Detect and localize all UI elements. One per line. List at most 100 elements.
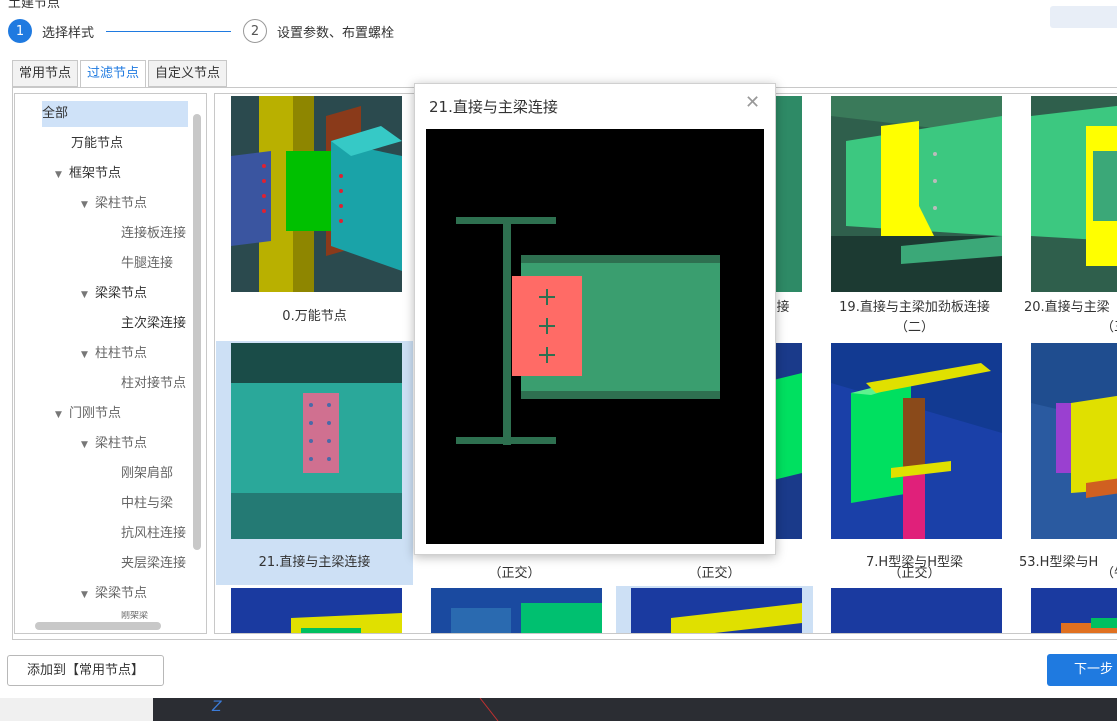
tree-item-column-splice[interactable]: 柱对接节点 bbox=[121, 371, 191, 397]
tree-item-label: 梁柱节点 bbox=[95, 436, 148, 451]
tree-item-portal-beam-column[interactable]: ▼ 梁柱节点 bbox=[81, 431, 191, 457]
step-2-label: 设置参数、布置螺栓 bbox=[277, 25, 395, 41]
tree-item-label: 刚架肩部 bbox=[121, 466, 174, 481]
node-caption-line2: （二） bbox=[894, 320, 934, 335]
node-tabs: 常用节点 过滤节点 自定义节点 bbox=[12, 60, 229, 88]
tree-item-universal[interactable]: 万能节点 bbox=[71, 131, 191, 157]
tree-item-portal-beam-beam[interactable]: ▼ 梁梁节点 bbox=[81, 581, 191, 607]
caret-down-icon[interactable]: ▼ bbox=[55, 162, 69, 187]
dialog-title: 土建节点 bbox=[8, 0, 61, 11]
axis-glyph: Z bbox=[212, 699, 222, 715]
tree-item-beam-beam[interactable]: ▼ 梁梁节点 bbox=[81, 281, 191, 307]
tree-item-label: 牛腿连接 bbox=[121, 256, 174, 271]
tree-item-label: 梁梁节点 bbox=[95, 286, 148, 301]
node-thumbnail bbox=[831, 343, 1002, 539]
tab-common-nodes[interactable]: 常用节点 bbox=[12, 60, 79, 87]
category-tree: ▼全部 万能节点 ▼框架节点 ▼梁柱节点 连接板连接 牛腿连接 ▼梁梁节点 主次… bbox=[14, 93, 207, 634]
tree-item-label: 中柱与梁 bbox=[121, 496, 174, 511]
node-thumbnail bbox=[1031, 96, 1117, 292]
step-2-circle: 2 bbox=[243, 19, 268, 43]
caret-down-icon[interactable]: ▼ bbox=[81, 342, 95, 367]
axis-line bbox=[479, 698, 499, 721]
tree-horizontal-scrollbar[interactable] bbox=[35, 622, 161, 630]
node-thumbnail bbox=[231, 588, 402, 633]
tree-item-corbel[interactable]: 牛腿连接 bbox=[121, 251, 191, 277]
tree-item-label: 柱柱节点 bbox=[95, 346, 148, 361]
tree-item-label: 刚架梁 bbox=[121, 611, 149, 621]
caret-down-icon[interactable]: ▼ bbox=[81, 432, 95, 457]
node-tile-r3-4[interactable] bbox=[1016, 586, 1117, 633]
tree-item-portal-frame[interactable]: ▼ 门刚节点 bbox=[55, 401, 191, 427]
tree-item-mid-column-beam[interactable]: 中柱与梁 bbox=[121, 491, 191, 517]
background-viewport: Z bbox=[0, 698, 1117, 721]
background-gap bbox=[0, 698, 153, 721]
caret-down-icon[interactable]: ▼ bbox=[81, 582, 95, 607]
node-caption-line2: （正交） bbox=[688, 566, 741, 581]
next-step-button[interactable]: 下一步 bbox=[1047, 654, 1117, 686]
tree-item-label: 门刚节点 bbox=[69, 406, 122, 421]
close-icon[interactable]: ✕ bbox=[745, 92, 760, 113]
tree-item-label: 全部 bbox=[42, 106, 69, 121]
add-to-common-button[interactable]: 添加到【常用节点】 bbox=[7, 655, 164, 686]
tree-item-frame-shoulder[interactable]: 刚架肩部 bbox=[121, 461, 191, 487]
node-caption-line2: （牛 bbox=[1101, 566, 1117, 581]
node-caption-line2: （三 bbox=[1101, 320, 1117, 335]
node-caption: 0.万能节点 bbox=[282, 309, 347, 324]
node-tile-7[interactable]: 7.H型梁与H型梁 （正交） bbox=[816, 341, 1013, 585]
node-thumbnail bbox=[431, 588, 602, 633]
tree-item-label: 万能节点 bbox=[71, 136, 124, 151]
tree-item-label: 梁梁节点 bbox=[95, 586, 148, 601]
tree-item-all[interactable]: ▼全部 bbox=[42, 101, 188, 127]
tree-vertical-scrollbar[interactable] bbox=[193, 114, 201, 550]
node-tile-20[interactable]: 20.直接与主梁 （三 bbox=[1016, 94, 1117, 340]
caret-down-icon[interactable]: ▼ bbox=[55, 402, 69, 427]
node-thumbnail bbox=[1031, 588, 1117, 633]
node-tile-21[interactable]: 21.直接与主梁连接 bbox=[216, 341, 413, 585]
tree-item-wind-column[interactable]: 抗风柱连接 bbox=[121, 521, 191, 547]
caret-down-icon[interactable]: ▼ bbox=[81, 282, 95, 307]
preview-popup: 21.直接与主梁连接 ✕ bbox=[414, 83, 776, 555]
tab-filter-nodes[interactable]: 过滤节点 bbox=[80, 60, 147, 88]
tree-item-label: 梁柱节点 bbox=[95, 196, 148, 211]
step-1-label: 选择样式 bbox=[42, 25, 95, 41]
tree-item-label: 主次梁连接 bbox=[121, 316, 187, 331]
node-tile-0[interactable]: 0.万能节点 bbox=[216, 94, 413, 340]
node-thumbnail bbox=[831, 588, 1002, 633]
node-caption-line2: （正交） bbox=[488, 566, 541, 581]
node-thumbnail bbox=[1031, 343, 1117, 539]
node-tile-r3-2[interactable] bbox=[616, 586, 813, 633]
node-thumbnail bbox=[831, 96, 1002, 292]
step-1-circle: 1 bbox=[8, 19, 32, 43]
popup-title: 21.直接与主梁连接 bbox=[429, 98, 558, 116]
caret-down-icon[interactable]: ▼ bbox=[81, 192, 95, 217]
node-caption: 19.直接与主梁加劲板连接 bbox=[839, 300, 990, 315]
node-caption-line2: （正交） bbox=[888, 566, 941, 581]
node-thumbnail bbox=[231, 96, 402, 292]
preview-canvas bbox=[426, 129, 764, 544]
tree-item-label: 连接板连接 bbox=[121, 226, 187, 241]
node-tile-r3-0[interactable] bbox=[216, 586, 413, 633]
tree-item-beam-column[interactable]: ▼ 梁柱节点 bbox=[81, 191, 191, 217]
node-tile-r3-3[interactable] bbox=[816, 586, 1013, 633]
node-thumbnail bbox=[631, 588, 802, 633]
tab-custom-nodes[interactable]: 自定义节点 bbox=[148, 60, 228, 87]
tree-item-frame[interactable]: ▼ 框架节点 bbox=[55, 161, 191, 187]
tree-item-frame-beam[interactable]: 刚架梁 bbox=[121, 611, 191, 621]
step-connector bbox=[106, 30, 232, 32]
step-indicator: 1 选择样式 2 设置参数、布置螺栓 bbox=[8, 18, 394, 44]
tree-item-label: 柱对接节点 bbox=[121, 376, 187, 391]
tree-item-label: 夹层梁连接 bbox=[121, 556, 187, 571]
node-caption: 20.直接与主梁 bbox=[1024, 300, 1110, 315]
node-caption: 21.直接与主梁连接 bbox=[258, 555, 371, 570]
node-tile-19[interactable]: 19.直接与主梁加劲板连接 （二） bbox=[816, 94, 1013, 340]
tree-item-label: 框架节点 bbox=[69, 166, 122, 181]
tree-item-column-column[interactable]: ▼ 柱柱节点 bbox=[81, 341, 191, 367]
tree-item-main-secondary[interactable]: 主次梁连接 bbox=[121, 311, 191, 337]
node-tile-53[interactable]: 53.H型梁与H （牛 bbox=[1016, 341, 1117, 585]
node-dialog: 土建节点 1 选择样式 2 设置参数、布置螺栓 常用节点 过滤节点 自定义节点 … bbox=[0, 0, 1117, 698]
tree-item-label: 抗风柱连接 bbox=[121, 526, 187, 541]
tree-item-plate-connection[interactable]: 连接板连接 bbox=[121, 221, 191, 247]
tree-item-mezzanine-beam[interactable]: 夹层梁连接 bbox=[121, 551, 191, 577]
top-right-button[interactable] bbox=[1050, 6, 1117, 28]
node-tile-r3-1[interactable] bbox=[416, 586, 613, 633]
